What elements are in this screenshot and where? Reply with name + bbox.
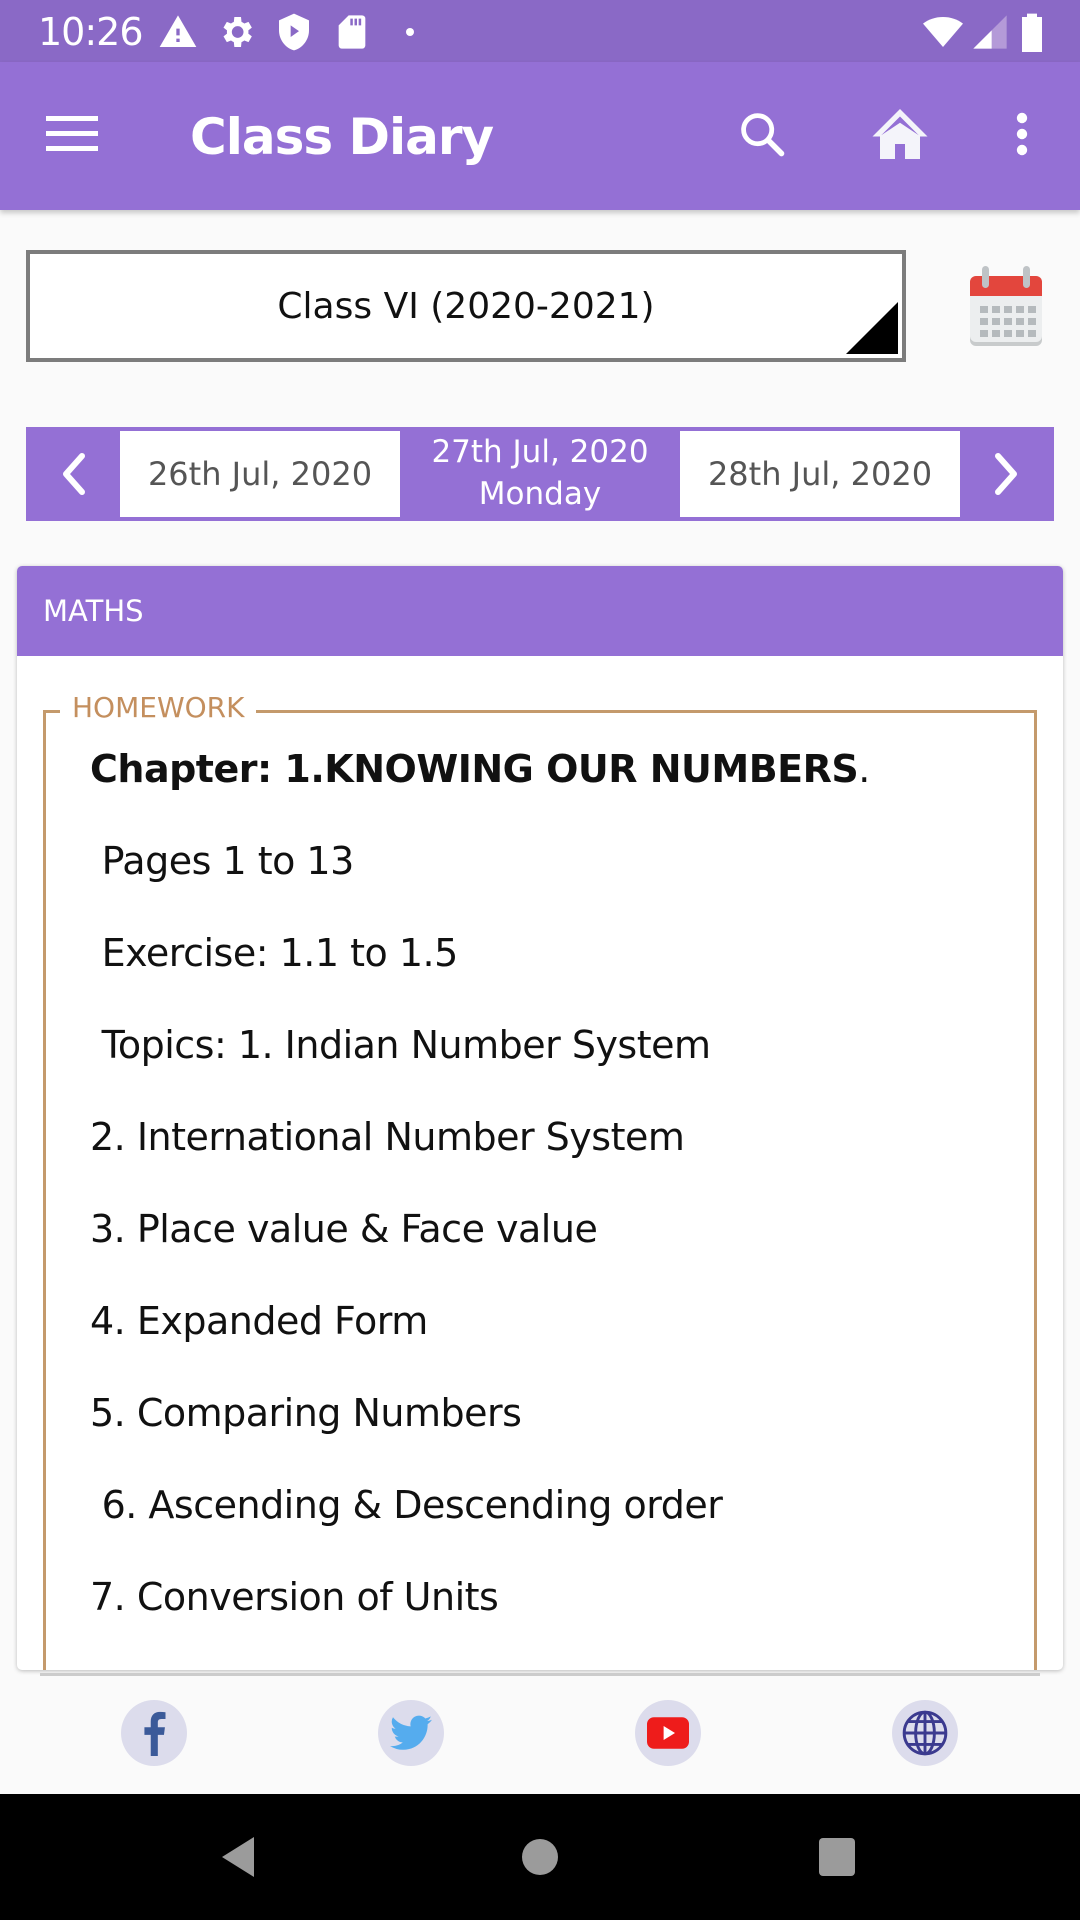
homework-line: 3. Place value & Face value: [90, 1207, 598, 1251]
chevron-right-icon: [995, 453, 1017, 495]
home-nav-button[interactable]: [507, 1824, 573, 1890]
more-options-button[interactable]: [990, 102, 1054, 166]
current-date-label: 27th Jul, 2020: [431, 434, 649, 470]
more-vert-icon: [1016, 112, 1028, 156]
wifi-icon: [923, 17, 963, 47]
dropdown-arrow-icon: [846, 302, 898, 354]
previous-date-button[interactable]: 26th Jul, 2020: [120, 431, 400, 517]
homework-line: 2. International Number System: [90, 1115, 685, 1159]
facebook-icon: [144, 1711, 166, 1756]
search-icon: [741, 113, 785, 157]
chevron-left-icon: [63, 453, 85, 495]
chapter-title: Chapter: 1.KNOWING OUR NUMBERS.: [90, 747, 870, 791]
chapter-name: Chapter: 1.KNOWING OUR NUMBERS: [90, 747, 859, 791]
facebook-button[interactable]: [121, 1700, 187, 1766]
globe-icon: [902, 1710, 948, 1756]
homework-line: Exercise: 1.1 to 1.5: [90, 931, 459, 975]
recents-button[interactable]: [804, 1824, 870, 1890]
homework-line: 6. Ascending & Descending order: [90, 1483, 723, 1527]
next-day-button[interactable]: [960, 427, 1054, 521]
sd-card-icon: [338, 15, 366, 49]
notification-dot-icon: [406, 28, 414, 36]
subject-card: MATHS HOMEWORK Chapter: 1.KNOWING OUR NU…: [17, 566, 1063, 1670]
menu-icon: [46, 116, 98, 151]
homework-line: Topics: 1. Indian Number System: [90, 1023, 711, 1067]
shield-play-icon: [279, 13, 309, 51]
home-circle-icon: [522, 1839, 558, 1875]
footer-divider: [40, 1673, 1040, 1676]
homework-section: HOMEWORK Chapter: 1.KNOWING OUR NUMBERS.…: [43, 691, 1037, 1670]
homework-line: 7. Conversion of Units: [90, 1575, 499, 1619]
status-time: 10:26: [38, 10, 144, 54]
website-button[interactable]: [892, 1700, 958, 1766]
home-icon: [872, 109, 928, 159]
date-navigator: 26th Jul, 2020 27th Jul, 2020 Monday 28t…: [26, 427, 1054, 521]
app-title: Class Diary: [190, 108, 494, 166]
calendar-icon: [970, 266, 1042, 346]
search-button[interactable]: [730, 102, 794, 166]
class-selector-value: Class VI (2020-2021): [277, 285, 655, 327]
subject-title: MATHS: [17, 566, 1063, 656]
calendar-button[interactable]: [968, 262, 1044, 348]
next-date-button[interactable]: 28th Jul, 2020: [680, 431, 960, 517]
battery-icon: [1022, 13, 1042, 52]
chapter-period: .: [858, 747, 870, 791]
status-bar: 10:26: [0, 0, 1080, 62]
youtube-icon: [647, 1717, 689, 1749]
home-button[interactable]: [868, 102, 932, 166]
settings-gear-icon: [223, 17, 252, 47]
menu-button[interactable]: [40, 102, 104, 166]
cell-signal-icon: [973, 15, 1007, 49]
twitter-icon: [390, 1715, 432, 1750]
homework-line: Pages 1 to 13: [90, 839, 355, 883]
back-triangle-icon: [222, 1837, 254, 1877]
class-selector-dropdown[interactable]: Class VI (2020-2021): [26, 250, 906, 362]
current-date: 27th Jul, 2020 Monday: [400, 431, 680, 517]
previous-day-button[interactable]: [26, 427, 120, 521]
app-bar: Class Diary: [0, 62, 1080, 210]
homework-line: 4. Expanded Form: [90, 1299, 428, 1343]
homework-line: 5. Comparing Numbers: [90, 1391, 522, 1435]
system-navigation-bar: [0, 1794, 1080, 1920]
homework-label: HOMEWORK: [60, 691, 257, 724]
twitter-button[interactable]: [378, 1700, 444, 1766]
back-button[interactable]: [205, 1824, 271, 1890]
warning-icon: [159, 15, 197, 48]
youtube-button[interactable]: [635, 1700, 701, 1766]
current-day-label: Monday: [478, 476, 602, 512]
recents-square-icon: [819, 1838, 855, 1876]
